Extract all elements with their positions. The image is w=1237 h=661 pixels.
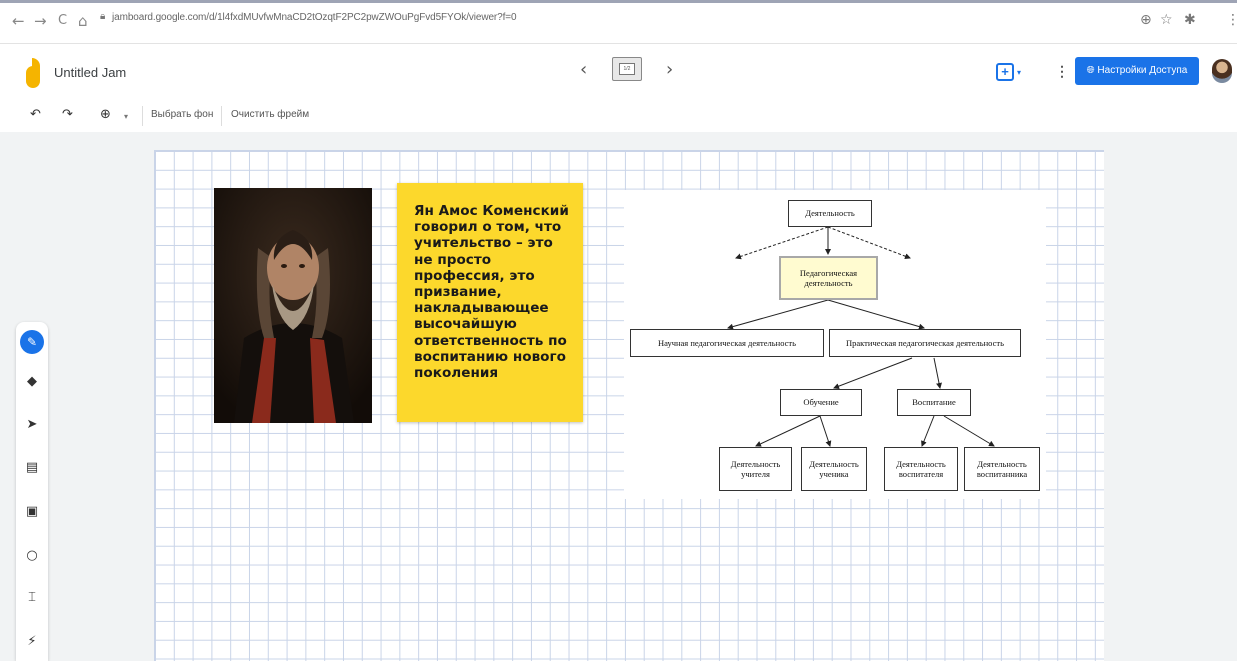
zoom-dropdown-icon[interactable]: ▾	[124, 112, 128, 121]
pen-icon[interactable]: ✎	[20, 330, 44, 354]
bookmark-star-icon[interactable]: ☆	[1160, 12, 1173, 28]
select-icon[interactable]: ➤	[16, 417, 48, 432]
diagram-node-scientific: Научная педагогическая деятельность	[630, 329, 824, 357]
jam-title[interactable]: Untitled Jam	[54, 65, 126, 80]
browser-toolbar: ← → C ⌂ 🔒︎ jamboard.google.com/d/1l4fxdM…	[0, 0, 1237, 44]
circle-icon[interactable]: ○	[16, 548, 48, 563]
lock-icon: 🔒︎	[100, 11, 106, 22]
diagram-node-practical: Практическая педагогическая деятельность	[829, 329, 1021, 357]
clear-frame-button[interactable]: Очистить фрейм	[231, 109, 309, 120]
home-icon[interactable]: ⌂	[78, 12, 88, 30]
add-frame-icon[interactable]: +	[996, 63, 1014, 81]
diagram-node-pedagogical: Педагогическая деятельность	[779, 256, 878, 300]
extension-icon[interactable]: ⊕	[1140, 12, 1152, 28]
frame-toolbar: ↶ ↷ ⊕ ▾ Выбрать фон Очистить фрейм	[0, 100, 1237, 132]
sticky-note-text: Ян Амос Коменский говорил о том, что учи…	[414, 203, 569, 382]
browser-menu-icon[interactable]: ⋮	[1226, 12, 1237, 28]
sticky-note[interactable]: Ян Амос Коменский говорил о том, что учи…	[397, 183, 583, 422]
portrait-image[interactable]	[214, 188, 372, 423]
diagram-node-activity: Деятельность	[788, 200, 872, 227]
share-button-label: Настройки Доступа	[1097, 65, 1188, 76]
image-icon[interactable]: ▣	[16, 504, 48, 519]
undo-icon[interactable]: ↶	[30, 107, 41, 122]
share-globe-icon: 🌐︎	[1086, 65, 1098, 76]
share-button[interactable]: 🌐︎ Настройки Доступа	[1075, 57, 1199, 85]
add-dropdown-icon[interactable]: ▾	[1017, 68, 1021, 77]
extensions-puzzle-icon[interactable]: ✱	[1184, 12, 1196, 28]
reload-icon[interactable]: C	[58, 13, 67, 28]
laser-icon[interactable]: ⚡︎	[16, 634, 48, 649]
diagram-node-upbringing: Воспитание	[897, 389, 971, 416]
forward-icon[interactable]: →	[34, 12, 47, 30]
prev-frame-icon[interactable]: ‹	[580, 59, 587, 80]
diagram-node-teaching: Обучение	[780, 389, 862, 416]
zoom-icon[interactable]: ⊕	[100, 107, 111, 122]
toolbar-divider	[142, 106, 143, 126]
toolbar-divider	[221, 106, 222, 126]
next-frame-icon[interactable]: ›	[666, 59, 673, 80]
diagram-node-student-activity: Деятельность ученика	[801, 447, 867, 491]
diagram-node-teacher-activity: Деятельность учителя	[719, 447, 792, 491]
diagram-node-pupil-activity: Деятельность воспитанника	[964, 447, 1040, 491]
set-background-button[interactable]: Выбрать фон	[151, 109, 213, 120]
tool-sidebar: ✎ ◆ ➤ ▤ ▣ ○ ⌶ ⚡︎	[16, 322, 48, 661]
jamboard-logo-icon[interactable]	[26, 58, 40, 88]
pedagogy-diagram-image[interactable]: Деятельность Педагогическая деятельность…	[624, 190, 1046, 499]
frame-counter: 1/2	[619, 63, 635, 75]
redo-icon[interactable]: ↷	[62, 107, 73, 122]
address-bar[interactable]: jamboard.google.com/d/1l4fxdMUvfwMnaCD2t…	[112, 12, 517, 23]
diagram-node-educator-activity: Деятельность воспитателя	[884, 447, 958, 491]
frame-bar-button[interactable]: 1/2	[612, 57, 642, 81]
back-icon[interactable]: ←	[12, 12, 25, 30]
text-box-icon[interactable]: ⌶	[16, 590, 48, 605]
avatar[interactable]	[1212, 59, 1232, 83]
app-header: Untitled Jam ‹ 1/2 › + ▾ ⋮ 🌐︎ Настройки …	[0, 44, 1237, 100]
eraser-icon[interactable]: ◆	[16, 374, 48, 389]
sticky-note-icon[interactable]: ▤	[16, 460, 48, 475]
more-options-icon[interactable]: ⋮	[1055, 63, 1069, 80]
